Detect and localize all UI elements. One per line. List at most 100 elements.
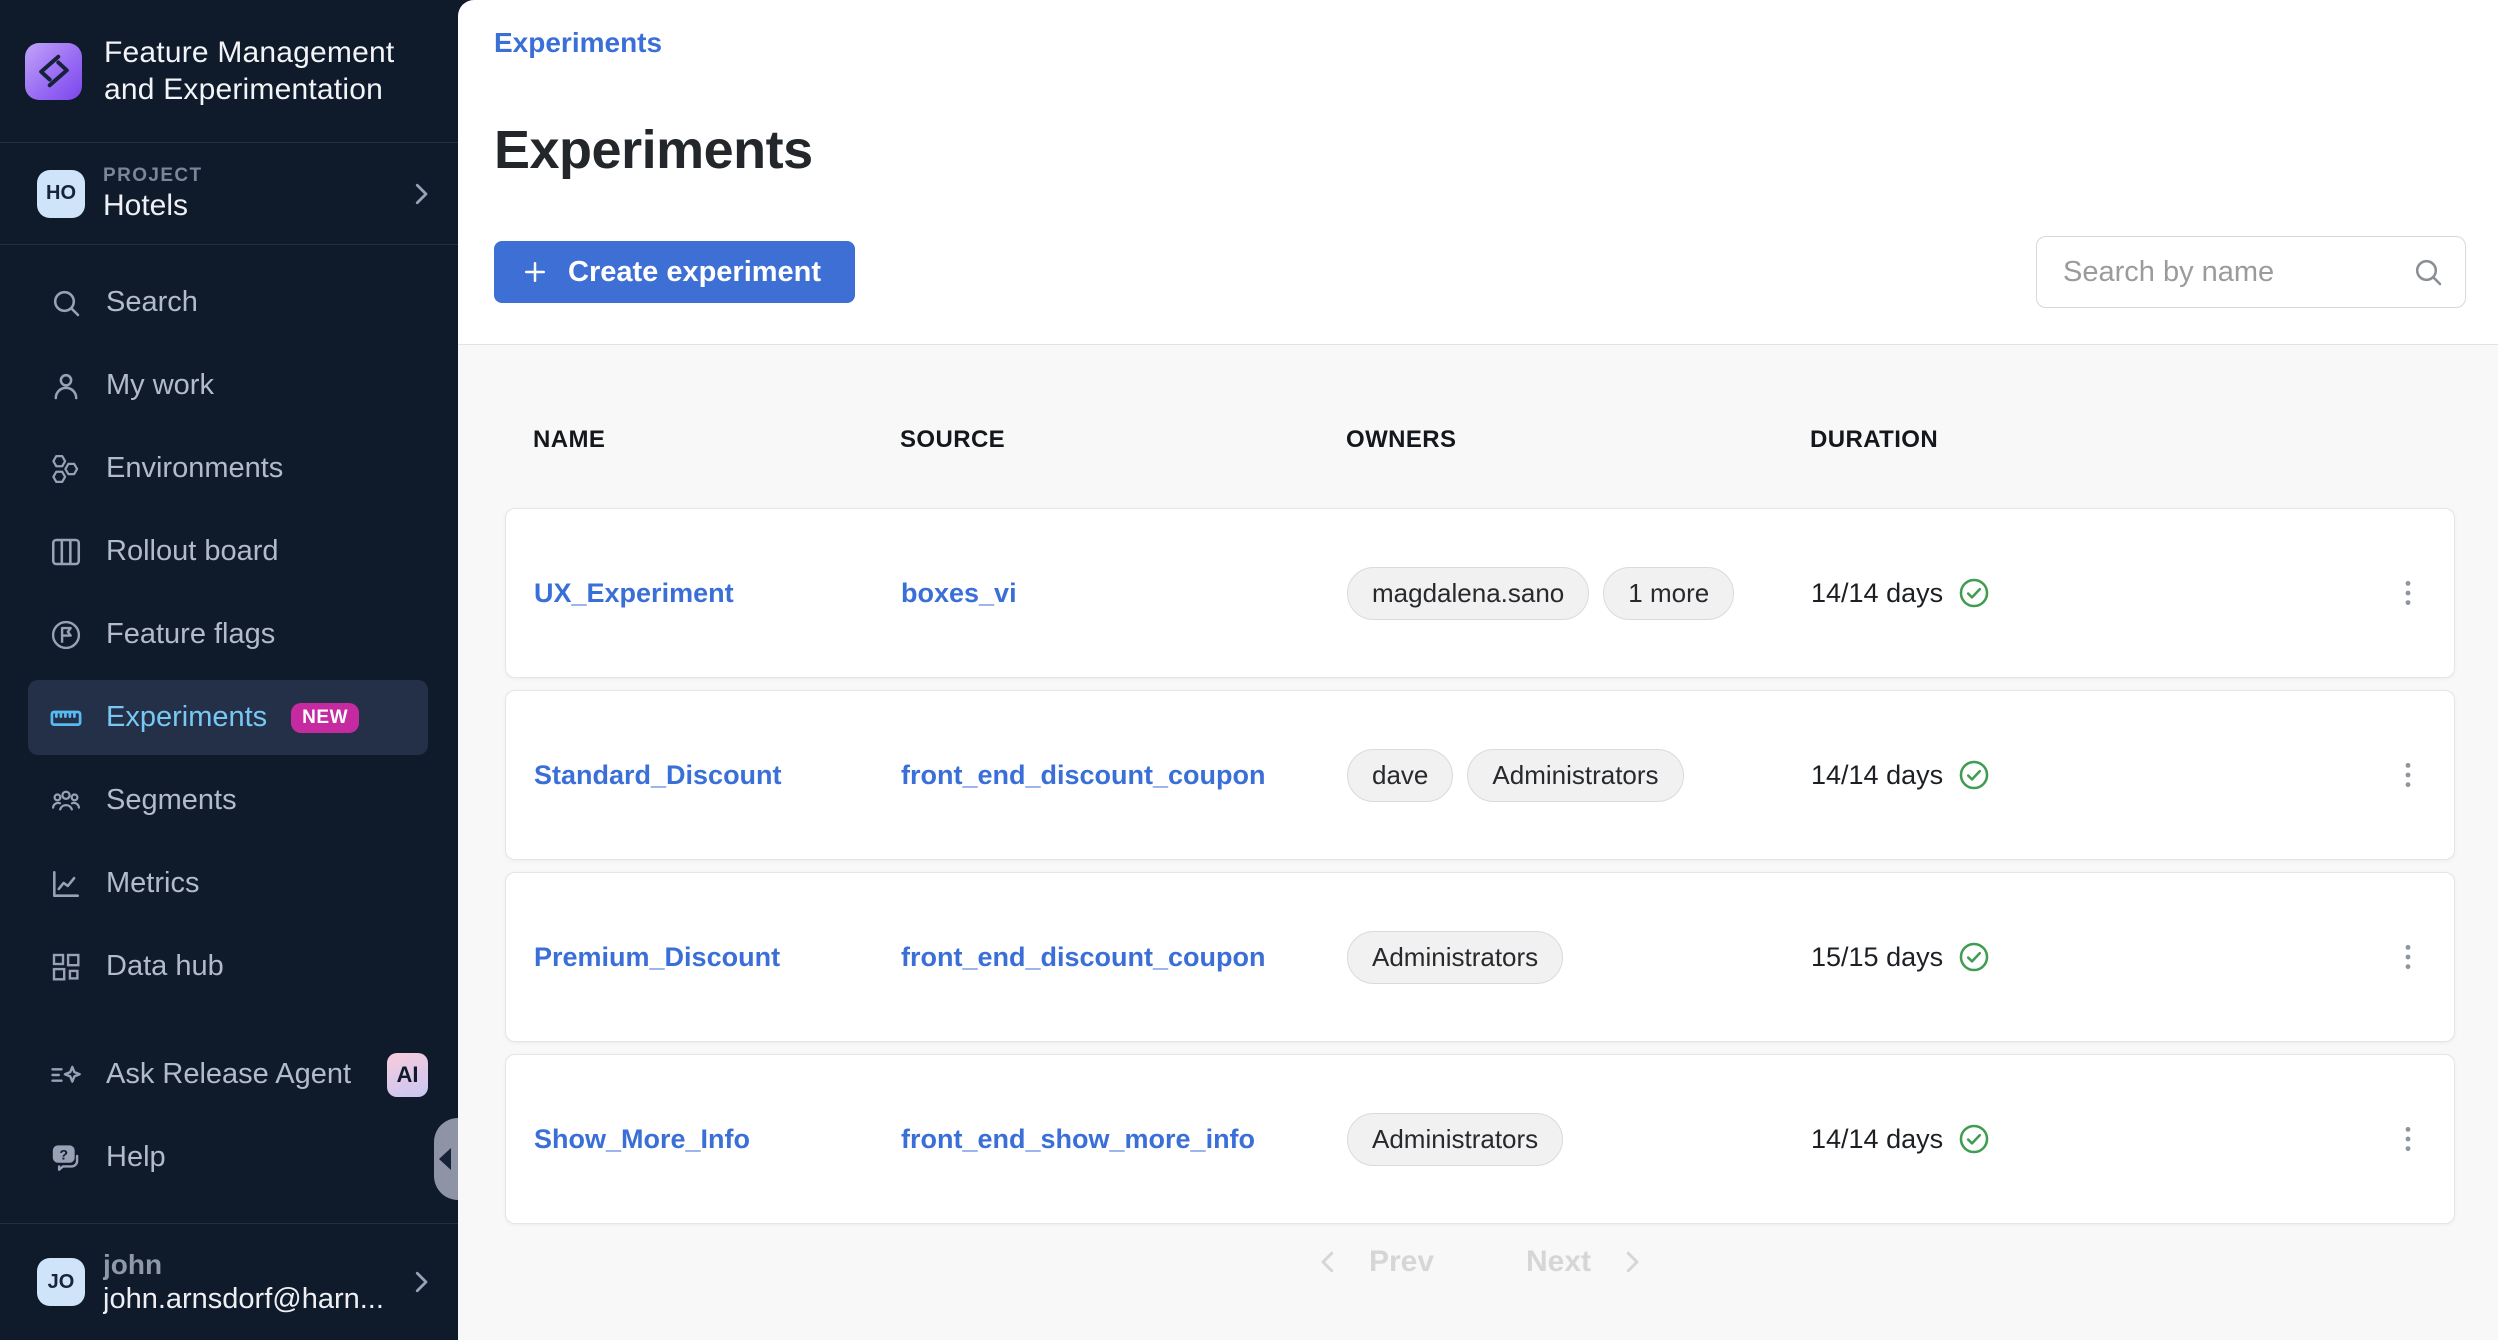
column-header-source: SOURCE: [900, 426, 1346, 454]
experiment-source-link[interactable]: boxes_vi: [901, 578, 1017, 609]
row-menu-button[interactable]: [2362, 873, 2454, 1041]
sidebar-item-environments[interactable]: Environments: [28, 431, 428, 506]
sidebar-item-label: Data hub: [106, 950, 224, 983]
user-menu[interactable]: JO john john.arnsdorf@harn...: [0, 1223, 458, 1340]
brand-header: Feature Management and Experimentation: [0, 0, 458, 143]
pagination: Prev Next: [505, 1240, 2455, 1284]
sidebar-footer-nav: Ask Release Agent AI ? Help: [0, 1037, 458, 1203]
search-input[interactable]: [2036, 236, 2466, 308]
owners-cell: magdalena.sano 1 more: [1347, 567, 1811, 620]
user-name: john: [103, 1249, 406, 1281]
prev-label: Prev: [1369, 1245, 1434, 1279]
prev-page-button[interactable]: Prev: [1313, 1245, 1434, 1279]
chevron-left-icon: [439, 1148, 451, 1170]
sidebar-item-label: Rollout board: [106, 535, 279, 568]
experiment-source-link[interactable]: front_end_discount_coupon: [901, 942, 1266, 973]
owner-pill[interactable]: magdalena.sano: [1347, 567, 1589, 620]
duration-text: 15/15 days: [1811, 942, 1943, 973]
ruler-icon: [48, 700, 84, 736]
new-badge: NEW: [291, 703, 359, 733]
page-title: Experiments: [494, 120, 2466, 180]
search-icon: [48, 285, 84, 321]
user-avatar: JO: [37, 1258, 85, 1306]
sidebar-spacer: [0, 1012, 458, 1037]
sidebar-collapse-handle[interactable]: [434, 1118, 458, 1200]
people-group-icon: [48, 783, 84, 819]
chevron-left-icon: [1313, 1247, 1343, 1277]
row-menu-button[interactable]: [2362, 1055, 2454, 1223]
owner-pill[interactable]: Administrators: [1347, 931, 1563, 984]
sidebar-item-label: Feature flags: [106, 618, 275, 651]
owners-cell: Administrators: [1347, 931, 1811, 984]
breadcrumb[interactable]: Experiments: [494, 26, 662, 60]
experiment-name-link[interactable]: UX_Experiment: [534, 578, 734, 609]
experiment-name-link[interactable]: Premium_Discount: [534, 942, 780, 973]
sidebar-item-help[interactable]: ? Help: [28, 1120, 428, 1195]
owner-pill[interactable]: Administrators: [1467, 749, 1683, 802]
experiment-name-link[interactable]: Show_More_Info: [534, 1124, 750, 1155]
table-row: Standard_Discount front_end_discount_cou…: [505, 690, 2455, 860]
sidebar-item-label: Ask Release Agent: [106, 1058, 351, 1091]
chevron-right-icon: [406, 1267, 436, 1297]
check-circle-icon: [1957, 940, 1991, 974]
table-row: Premium_Discount front_end_discount_coup…: [505, 872, 2455, 1042]
app-title-line2: and Experimentation: [104, 73, 383, 106]
duration-cell: 14/14 days: [1811, 758, 2362, 792]
line-chart-icon: [48, 866, 84, 902]
next-page-button[interactable]: Next: [1526, 1245, 1647, 1279]
owner-pill-more[interactable]: 1 more: [1603, 567, 1734, 620]
sparkle-lines-icon: [48, 1057, 84, 1093]
chevron-right-icon: [406, 179, 436, 209]
data-grid-icon: [48, 949, 84, 985]
main-content: Experiments Experiments Create experimen…: [458, 0, 2498, 1340]
experiment-name-link[interactable]: Standard_Discount: [534, 760, 782, 791]
plus-icon: [520, 257, 550, 287]
sidebar-item-label: Metrics: [106, 867, 199, 900]
create-experiment-label: Create experiment: [568, 256, 821, 289]
table-row: Show_More_Info front_end_show_more_info …: [505, 1054, 2455, 1224]
board-columns-icon: [48, 534, 84, 570]
sidebar-item-label: Help: [106, 1141, 166, 1174]
owner-pill[interactable]: Administrators: [1347, 1113, 1563, 1166]
sidebar-item-experiments[interactable]: Experiments NEW: [28, 680, 428, 755]
sidebar-item-rollout-board[interactable]: Rollout board: [28, 514, 428, 589]
sidebar: Feature Management and Experimentation H…: [0, 0, 458, 1340]
duration-cell: 14/14 days: [1811, 1122, 2362, 1156]
project-selector[interactable]: HO PROJECT Hotels: [0, 143, 458, 245]
sidebar-item-metrics[interactable]: Metrics: [28, 846, 428, 921]
sidebar-item-search[interactable]: Search: [28, 265, 428, 340]
owner-pill[interactable]: dave: [1347, 749, 1453, 802]
person-icon: [48, 368, 84, 404]
row-menu-button[interactable]: [2362, 691, 2454, 859]
column-header-duration: DURATION: [1810, 426, 2363, 454]
duration-text: 14/14 days: [1811, 760, 1943, 791]
row-menu-button[interactable]: [2362, 509, 2454, 677]
page-header: Experiments Experiments Create experimen…: [458, 0, 2498, 345]
table-header-row: NAME SOURCE OWNERS DURATION: [505, 425, 2455, 455]
table-row: UX_Experiment boxes_vi magdalena.sano 1 …: [505, 508, 2455, 678]
check-circle-icon: [1957, 1122, 1991, 1156]
column-header-owners: OWNERS: [1346, 426, 1810, 454]
experiment-source-link[interactable]: front_end_discount_coupon: [901, 760, 1266, 791]
sidebar-item-segments[interactable]: Segments: [28, 763, 428, 838]
create-experiment-button[interactable]: Create experiment: [494, 241, 855, 303]
user-text: john john.arnsdorf@harn...: [103, 1249, 406, 1316]
sidebar-item-ask-release-agent[interactable]: Ask Release Agent AI: [28, 1037, 428, 1112]
sidebar-item-data-hub[interactable]: Data hub: [28, 929, 428, 1004]
search-box: [2036, 236, 2466, 308]
svg-text:?: ?: [59, 1147, 68, 1163]
experiments-table: NAME SOURCE OWNERS DURATION UX_Experimen…: [458, 345, 2498, 1340]
experiment-source-link[interactable]: front_end_show_more_info: [901, 1124, 1255, 1155]
sidebar-item-label: Segments: [106, 784, 237, 817]
sidebar-item-feature-flags[interactable]: Feature flags: [28, 597, 428, 672]
owners-cell: dave Administrators: [1347, 749, 1811, 802]
sidebar-item-my-work[interactable]: My work: [28, 348, 428, 423]
duration-cell: 15/15 days: [1811, 940, 2362, 974]
hexagons-icon: [48, 451, 84, 487]
user-email: john.arnsdorf@harn...: [103, 1283, 406, 1316]
app-title: Feature Management and Experimentation: [104, 34, 394, 108]
sidebar-item-label: My work: [106, 369, 214, 402]
sidebar-item-label: Environments: [106, 452, 283, 485]
project-name: Hotels: [103, 189, 406, 223]
app-window: Feature Management and Experimentation H…: [0, 0, 2498, 1340]
